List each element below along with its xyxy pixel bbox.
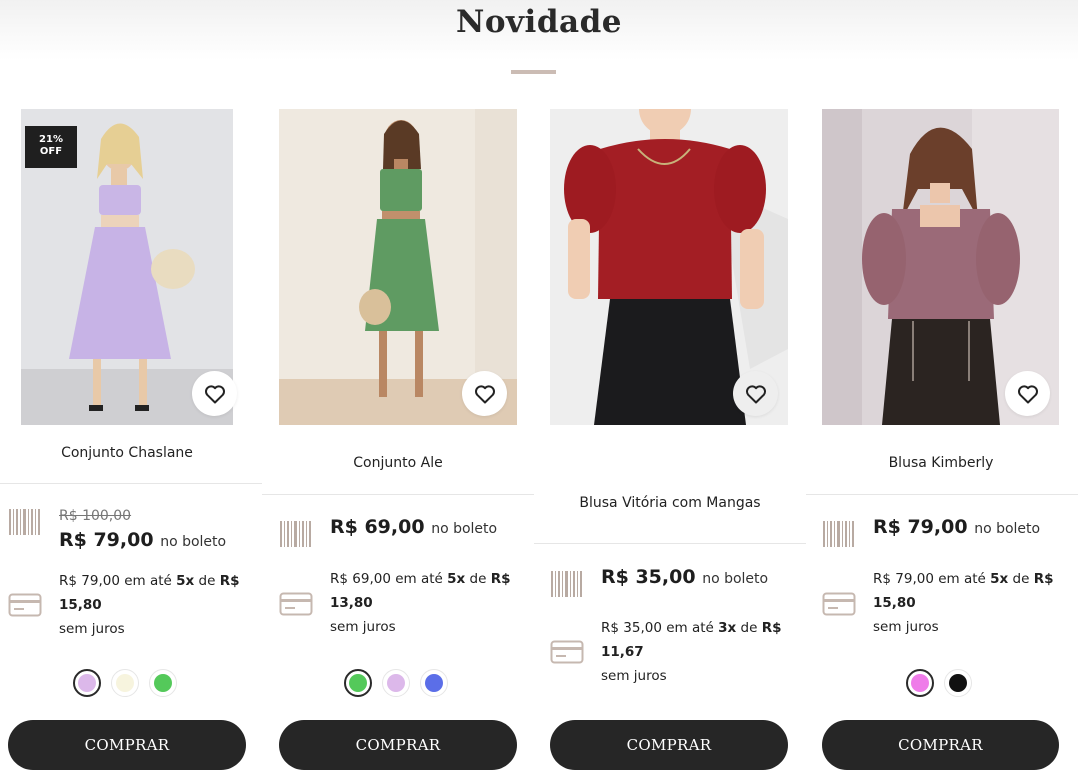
installment-info: R$ 79,00 em até 5x de R$ 15,80 sem juros	[873, 571, 1054, 635]
barcode-icon	[280, 521, 311, 547]
product-card[interactable]: Conjunto Ale R$ 69,00 no boleto R$ 69,00…	[262, 0, 534, 780]
product-card[interactable]: Blusa Vitória com Mangas R$ 35,00 no bol…	[534, 0, 806, 780]
heart-icon	[745, 384, 766, 403]
color-swatch-blue[interactable]	[420, 669, 448, 697]
color-swatch-black[interactable]	[944, 669, 972, 697]
buy-button[interactable]: COMPRAR	[279, 720, 517, 770]
discount-badge: 21% OFF	[25, 126, 77, 168]
product-name[interactable]: Conjunto Ale	[262, 455, 534, 471]
installment-info: R$ 79,00 em até 5x de R$ 15,80 sem juros	[59, 573, 240, 637]
credit-card-icon	[8, 593, 42, 617]
color-swatch-cream[interactable]	[111, 669, 139, 697]
price: R$ 69,00 no boleto	[330, 516, 498, 538]
price: R$ 79,00 no boleto	[59, 529, 227, 551]
divider	[0, 483, 262, 484]
price: R$ 79,00 no boleto	[873, 516, 1041, 538]
color-swatches	[344, 669, 448, 699]
barcode-icon	[551, 571, 582, 597]
credit-card-icon	[822, 592, 856, 616]
color-swatch-green[interactable]	[344, 669, 372, 697]
product-card[interactable]: Blusa Kimberly R$ 79,00 no boleto R$ 79,…	[806, 0, 1078, 780]
color-swatches	[73, 669, 177, 699]
product-name[interactable]: Conjunto Chaslane	[0, 445, 254, 461]
divider	[262, 494, 534, 495]
color-swatch-lilac[interactable]	[382, 669, 410, 697]
old-price: R$ 100,00	[59, 508, 132, 524]
divider	[806, 494, 1078, 495]
heart-icon	[204, 384, 225, 403]
installment-info: R$ 35,00 em até 3x de R$ 11,67 sem juros	[601, 620, 782, 684]
color-swatch-lilac[interactable]	[73, 669, 101, 697]
color-swatches	[906, 669, 972, 699]
favorite-button[interactable]	[462, 371, 507, 416]
credit-card-icon	[550, 640, 584, 664]
buy-button[interactable]: COMPRAR	[822, 720, 1059, 770]
product-card[interactable]: 21% OFF Conjunto Chaslane R$ 100,00 R$ 7…	[0, 0, 262, 780]
buy-button[interactable]: COMPRAR	[8, 720, 246, 770]
heart-icon	[474, 384, 495, 403]
favorite-button[interactable]	[733, 371, 778, 416]
favorite-button[interactable]	[1005, 371, 1050, 416]
color-swatch-pink[interactable]	[906, 669, 934, 697]
installment-info: R$ 69,00 em até 5x de R$ 13,80 sem juros	[330, 571, 511, 635]
product-name[interactable]: Blusa Vitória com Mangas	[534, 495, 806, 511]
price: R$ 35,00 no boleto	[601, 566, 769, 588]
barcode-icon	[823, 521, 854, 547]
buy-button[interactable]: COMPRAR	[550, 720, 788, 770]
barcode-icon	[9, 509, 40, 535]
credit-card-icon	[279, 592, 313, 616]
color-swatch-green[interactable]	[149, 669, 177, 697]
heart-icon	[1017, 384, 1038, 403]
divider	[534, 543, 806, 544]
product-name[interactable]: Blusa Kimberly	[806, 455, 1076, 471]
favorite-button[interactable]	[192, 371, 237, 416]
